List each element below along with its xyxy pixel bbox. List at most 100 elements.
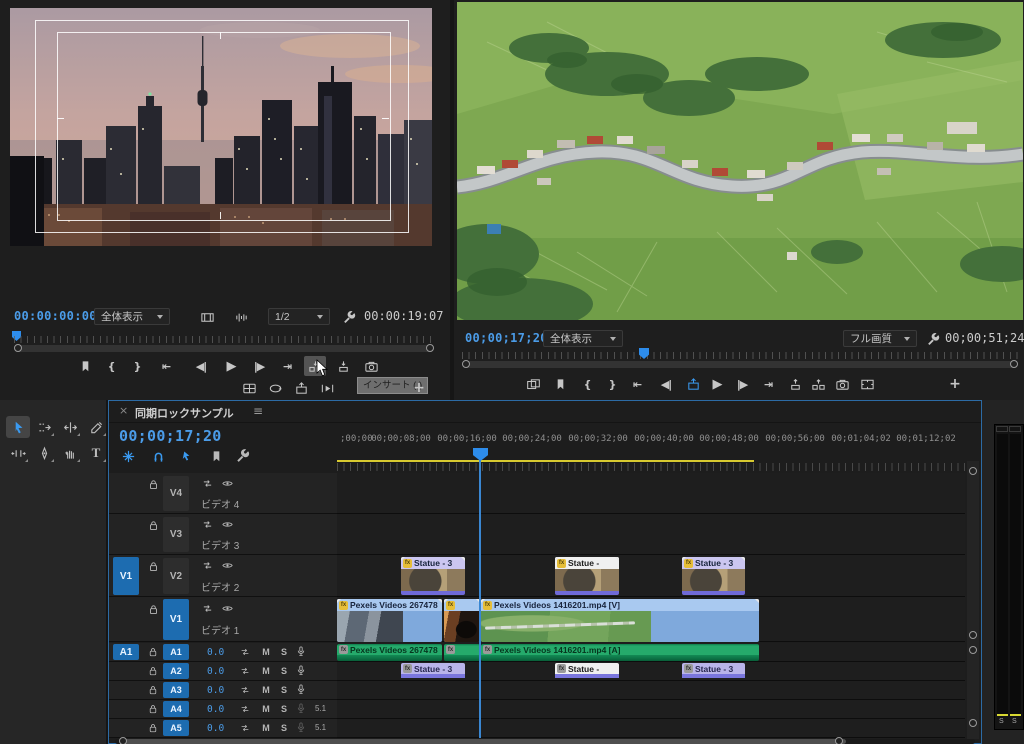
sync-lock-icon[interactable]	[201, 602, 214, 618]
ripple-edit-tool[interactable]	[58, 416, 82, 438]
multicam-view-icon[interactable]	[238, 379, 260, 397]
pen-tool[interactable]	[32, 442, 56, 464]
track-select-forward-tool[interactable]	[32, 416, 56, 438]
lock-icon[interactable]	[147, 478, 160, 494]
program-ruler[interactable]	[462, 352, 1018, 359]
voiceover-mic-icon[interactable]	[295, 645, 307, 660]
source-zoom-handle-right[interactable]	[426, 344, 434, 352]
drag-video-only-icon[interactable]	[196, 308, 218, 326]
work-area-bar[interactable]	[337, 460, 754, 462]
timeline-zoom-handle-left[interactable]	[119, 737, 127, 744]
mute-button[interactable]: M	[259, 683, 273, 696]
play-button[interactable]: ▶	[706, 375, 728, 393]
add-marker-icon[interactable]	[549, 375, 571, 393]
panel-menu-icon[interactable]: ≡	[253, 404, 263, 418]
track-target-a3[interactable]: A3	[163, 682, 189, 698]
solo-button[interactable]: S	[277, 683, 291, 696]
track-volume[interactable]: 0.0	[207, 704, 224, 715]
sync-lock-icon[interactable]	[201, 518, 214, 534]
overwrite-button[interactable]	[332, 357, 354, 375]
lock-icon[interactable]	[147, 684, 159, 699]
export-icon[interactable]	[290, 379, 312, 397]
solo-button[interactable]: S	[277, 645, 291, 658]
clip-statue-a2-3[interactable]: fxStatue - 3	[682, 663, 745, 680]
goto-in-icon[interactable]: ⇤	[155, 357, 177, 375]
track-target-v2[interactable]: V2	[163, 558, 189, 594]
lock-icon[interactable]	[147, 560, 160, 576]
comparison-view-icon[interactable]	[522, 375, 544, 393]
mark-in-icon[interactable]: {	[100, 357, 122, 375]
source-fit-select[interactable]: 全体表示	[94, 308, 170, 325]
lock-icon[interactable]	[147, 519, 160, 535]
lock-icon[interactable]	[147, 603, 160, 619]
button-editor-plus-icon[interactable]: +	[408, 379, 430, 397]
export-frame-icon[interactable]	[831, 375, 853, 393]
clip-short-video[interactable]: fx	[444, 599, 480, 642]
program-settings-wrench-icon[interactable]	[922, 330, 944, 348]
lift-icon[interactable]	[784, 375, 806, 393]
track-resize-handle[interactable]	[969, 646, 977, 654]
voiceover-mic-icon[interactable]	[295, 721, 307, 736]
play-around-icon[interactable]	[316, 379, 338, 397]
track-output-eye-icon[interactable]	[221, 559, 234, 575]
source-zoom-handle-left[interactable]	[14, 344, 22, 352]
timeline-timecode[interactable]: 00;00;17;20	[119, 427, 222, 445]
goto-out-icon[interactable]: ⇥	[276, 357, 298, 375]
track-target-v1[interactable]: V1	[163, 599, 189, 640]
source-settings-wrench-icon[interactable]	[338, 308, 360, 326]
button-editor-plus-icon[interactable]: +	[944, 375, 966, 393]
solo-button[interactable]: S	[277, 664, 291, 677]
nest-toggle-icon[interactable]	[121, 449, 136, 467]
track-target-a2[interactable]: A2	[163, 663, 189, 679]
lock-icon[interactable]	[147, 646, 159, 661]
clip-statue-a2-1[interactable]: fxStatue - 3	[401, 663, 465, 680]
track-lane-a4[interactable]	[337, 700, 965, 719]
step-forward-icon[interactable]: |▶	[248, 357, 270, 375]
tab-close-icon[interactable]: ×	[119, 404, 128, 417]
track-target-a4[interactable]: A4	[163, 701, 189, 717]
track-output-eye-icon[interactable]	[221, 518, 234, 534]
clip-pexels-267478-audio[interactable]: fxPexels Videos 267478	[337, 644, 442, 661]
mute-button[interactable]: M	[259, 664, 273, 677]
source-timecode[interactable]: 00:00:00:00	[14, 309, 97, 323]
track-lane-v3[interactable]	[337, 514, 965, 555]
track-target-v3[interactable]: V3	[163, 517, 189, 552]
step-forward-icon[interactable]: |▶	[731, 375, 753, 393]
track-volume[interactable]: 0.0	[207, 723, 224, 734]
solo-button[interactable]: S	[277, 702, 291, 715]
track-volume[interactable]: 0.0	[207, 685, 224, 696]
razor-tool[interactable]	[84, 416, 108, 438]
sync-lock-icon[interactable]	[239, 722, 251, 737]
clip-pexels-1416201-video[interactable]: fxPexels Videos 1416201.mp4 [V]	[481, 599, 759, 642]
clip-statue-v2-2-selected[interactable]: fxStatue -	[555, 557, 619, 595]
slip-tool[interactable]	[6, 442, 30, 464]
track-resize-handle[interactable]	[969, 467, 977, 475]
clip-short-audio[interactable]: fx	[444, 644, 480, 661]
source-patch-audio-a1[interactable]: A1	[113, 644, 139, 660]
track-lane-v4[interactable]	[337, 473, 965, 514]
lift-button[interactable]	[682, 375, 704, 393]
track-volume[interactable]: 0.0	[207, 647, 224, 658]
voiceover-mic-icon[interactable]	[295, 664, 307, 679]
sync-lock-icon[interactable]	[201, 477, 214, 493]
safe-margins-icon[interactable]	[856, 375, 878, 393]
program-zoom-scrollbar[interactable]	[462, 361, 1018, 368]
timeline-playhead-line[interactable]	[479, 459, 481, 738]
sync-lock-icon[interactable]	[239, 646, 251, 661]
linked-selection-icon[interactable]	[181, 449, 196, 467]
add-marker-icon[interactable]	[209, 449, 224, 467]
hand-tool[interactable]	[58, 442, 82, 464]
selection-tool[interactable]	[6, 416, 30, 438]
lock-icon[interactable]	[147, 703, 159, 718]
sync-lock-icon[interactable]	[239, 684, 251, 699]
loop-icon[interactable]	[264, 379, 286, 397]
timeline-zoom-handle-right[interactable]	[835, 737, 843, 744]
track-target-a5[interactable]: A5	[163, 720, 189, 736]
program-zoom-handle-right[interactable]	[1010, 360, 1018, 368]
goto-out-icon[interactable]: ⇥	[757, 375, 779, 393]
type-tool[interactable]: T	[84, 442, 108, 464]
add-marker-icon[interactable]	[74, 357, 96, 375]
clip-statue-a2-2-selected[interactable]: fxStatue -	[555, 663, 619, 680]
track-resize-handle[interactable]	[969, 631, 977, 639]
timeline-horizontal-scrollbar[interactable]	[115, 739, 975, 744]
